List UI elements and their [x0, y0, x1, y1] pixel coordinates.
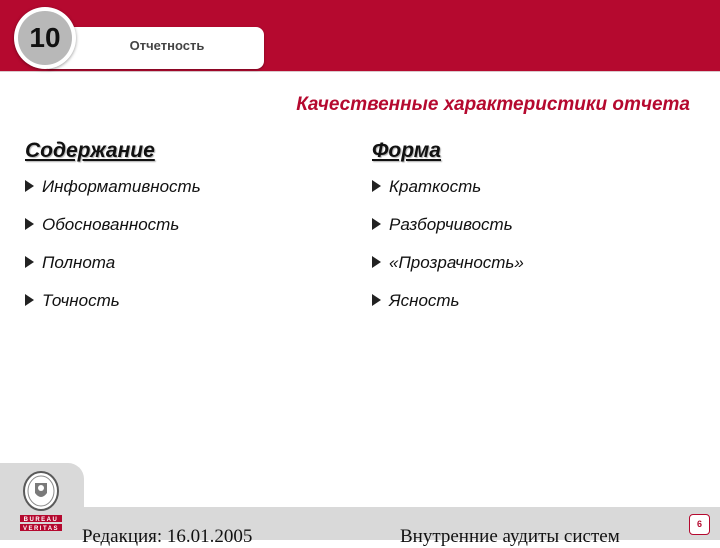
section-number: 10	[29, 22, 61, 53]
arrow-bullet-icon	[25, 256, 34, 268]
list-item-label: Информативность	[42, 177, 201, 196]
list-item: Точность	[25, 291, 201, 329]
logo-text-bottom: VERITAS	[23, 526, 59, 532]
list-item-label: Ясность	[389, 291, 460, 310]
list-item-label: Краткость	[389, 177, 482, 196]
slide-title: Качественные характеристики отчета	[296, 94, 690, 115]
arrow-bullet-icon	[25, 294, 34, 306]
form-heading: Форма	[372, 139, 441, 162]
list-item: Обоснованность	[25, 215, 201, 253]
content-list: Информативность Обоснованность Полнота Т…	[25, 177, 201, 329]
arrow-bullet-icon	[372, 180, 381, 192]
arrow-bullet-icon	[25, 218, 34, 230]
footer-course: Внутренние аудиты систем	[400, 526, 620, 547]
content-column: Содержание Информативность Обоснованност…	[25, 138, 201, 329]
bureau-veritas-seal-icon: BUREAU VERITAS	[20, 471, 62, 532]
arrow-bullet-icon	[372, 256, 381, 268]
list-item-label: Полнота	[42, 253, 116, 272]
content-heading: Содержание	[25, 139, 155, 162]
logo-text-top: BUREAU	[24, 517, 59, 523]
list-item: «Прозрачность»	[372, 253, 524, 291]
arrow-bullet-icon	[372, 294, 381, 306]
list-item-label: Обоснованность	[42, 215, 180, 234]
arrow-bullet-icon	[372, 218, 381, 230]
list-item: Разборчивость	[372, 215, 524, 253]
list-item-label: Разборчивость	[389, 215, 513, 234]
form-column: Форма Краткость Разборчивость «Прозрачно…	[372, 138, 524, 329]
page-number-badge: 6	[689, 514, 710, 535]
header-divider	[0, 71, 720, 72]
list-item: Информативность	[25, 177, 201, 215]
list-item: Полнота	[25, 253, 201, 291]
arrow-bullet-icon	[25, 180, 34, 192]
form-list: Краткость Разборчивость «Прозрачность» Я…	[372, 177, 524, 329]
list-item: Краткость	[372, 177, 524, 215]
list-item: Ясность	[372, 291, 524, 329]
section-tab-label: Отчетность	[129, 38, 205, 53]
list-item-label: Точность	[42, 291, 120, 310]
footer-edition: Редакция: 16.01.2005	[82, 526, 253, 547]
list-item-label: «Прозрачность»	[389, 253, 524, 272]
bureau-veritas-logo: BUREAU VERITAS	[18, 471, 64, 533]
